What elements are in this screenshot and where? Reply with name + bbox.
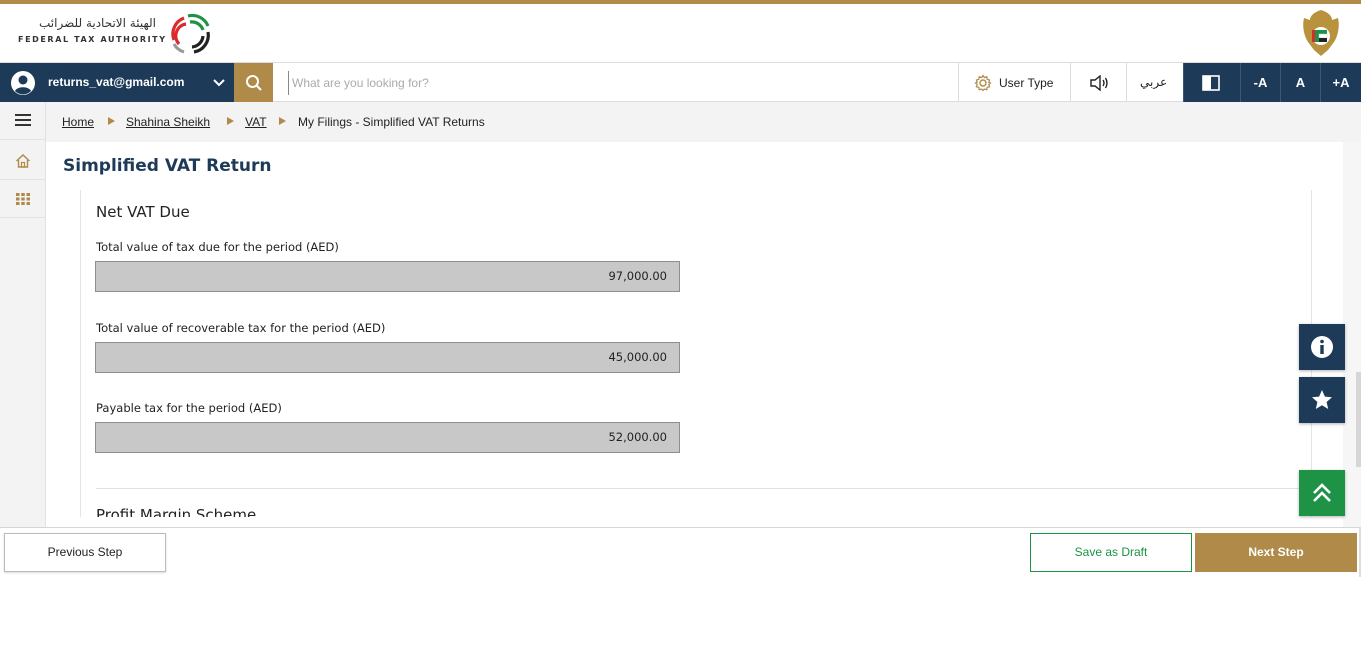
search-input[interactable] [288, 71, 948, 95]
language-toggle[interactable]: عربي [1126, 63, 1183, 103]
sidebar-item-apps[interactable] [0, 180, 46, 218]
favorite-button[interactable] [1299, 377, 1345, 423]
uae-emblem-icon [1303, 10, 1339, 56]
page-title: Simplified VAT Return [63, 156, 272, 176]
apps-grid-icon [16, 193, 30, 205]
breadcrumb-separator-icon [108, 117, 115, 125]
sidebar-menu-toggle[interactable] [0, 102, 46, 140]
tax-due-field: 97,000.00 [95, 261, 680, 292]
site-header: الهيئة الاتحادية للضرائب FEDERAL TAX AUT… [0, 4, 1361, 62]
info-icon [1311, 336, 1333, 358]
info-button[interactable] [1299, 324, 1345, 370]
breadcrumb-home[interactable]: Home [62, 115, 94, 129]
gear-icon [974, 74, 992, 92]
user-type-button[interactable]: User Type [958, 63, 1070, 103]
language-label: عربي [1140, 75, 1168, 89]
font-decrease-button[interactable]: -A [1240, 63, 1280, 103]
fta-logo-mark-icon [171, 13, 210, 54]
contrast-icon [1202, 75, 1220, 91]
contrast-toggle-button[interactable] [1183, 63, 1240, 103]
payable-tax-label: Payable tax for the period (AED) [96, 401, 282, 415]
fta-logo[interactable]: الهيئة الاتحادية للضرائب FEDERAL TAX AUT… [16, 10, 216, 58]
logo-english-text: FEDERAL TAX AUTHORITY [18, 35, 167, 44]
chevron-down-icon[interactable] [212, 76, 226, 90]
double-chevron-up-icon [1313, 483, 1331, 502]
previous-step-button[interactable]: Previous Step [4, 533, 166, 572]
breadcrumb: Home Shahina Sheikh VAT My Filings - Sim… [46, 102, 1361, 142]
font-increase-button[interactable]: +A [1320, 63, 1361, 103]
scroll-to-top-button[interactable] [1299, 470, 1345, 516]
text-to-speech-button[interactable] [1070, 63, 1126, 103]
star-icon [1312, 390, 1332, 409]
step-footer: Previous Step Save as Draft Next Step [0, 527, 1361, 577]
section-divider [96, 488, 1301, 489]
sidebar-item-home[interactable] [0, 142, 46, 180]
main-content: Simplified VAT Return Net VAT Due Total … [47, 142, 1343, 517]
breadcrumb-separator-icon [279, 117, 286, 125]
tax-due-label: Total value of tax due for the period (A… [96, 240, 339, 254]
breadcrumb-separator-icon [227, 117, 234, 125]
search-button[interactable] [234, 63, 273, 103]
section-title: Net VAT Due [96, 203, 190, 221]
payable-tax-field: 52,000.00 [95, 422, 680, 453]
net-vat-due-card: Net VAT Due Total value of tax due for t… [80, 190, 1312, 517]
sidebar [0, 102, 46, 527]
recoverable-tax-label: Total value of recoverable tax for the p… [96, 321, 386, 335]
user-avatar-icon [11, 71, 35, 95]
page-scrollbar-thumb[interactable] [1356, 372, 1361, 467]
save-as-draft-button[interactable]: Save as Draft [1030, 533, 1192, 572]
user-menu[interactable]: returns_vat@gmail.com [0, 63, 234, 103]
font-normal-button[interactable]: A [1280, 63, 1320, 103]
profit-margin-section-title: Profit Margin Scheme [96, 506, 257, 517]
page-scrollbar-track[interactable] [1343, 142, 1361, 527]
user-type-label: User Type [999, 76, 1054, 90]
breadcrumb-user[interactable]: Shahina Sheikh [126, 115, 210, 129]
speaker-icon [1090, 75, 1108, 91]
logo-arabic-text: الهيئة الاتحادية للضرائب [39, 16, 156, 30]
home-icon [16, 154, 30, 168]
next-step-button[interactable]: Next Step [1195, 533, 1357, 572]
user-email: returns_vat@gmail.com [48, 75, 185, 89]
breadcrumb-vat[interactable]: VAT [245, 115, 267, 129]
breadcrumb-current: My Filings - Simplified VAT Returns [298, 115, 485, 129]
menu-icon [15, 114, 31, 126]
navigation-bar: returns_vat@gmail.com User Type عربي [0, 62, 1361, 103]
search-icon [246, 75, 262, 91]
recoverable-tax-field: 45,000.00 [95, 342, 680, 373]
